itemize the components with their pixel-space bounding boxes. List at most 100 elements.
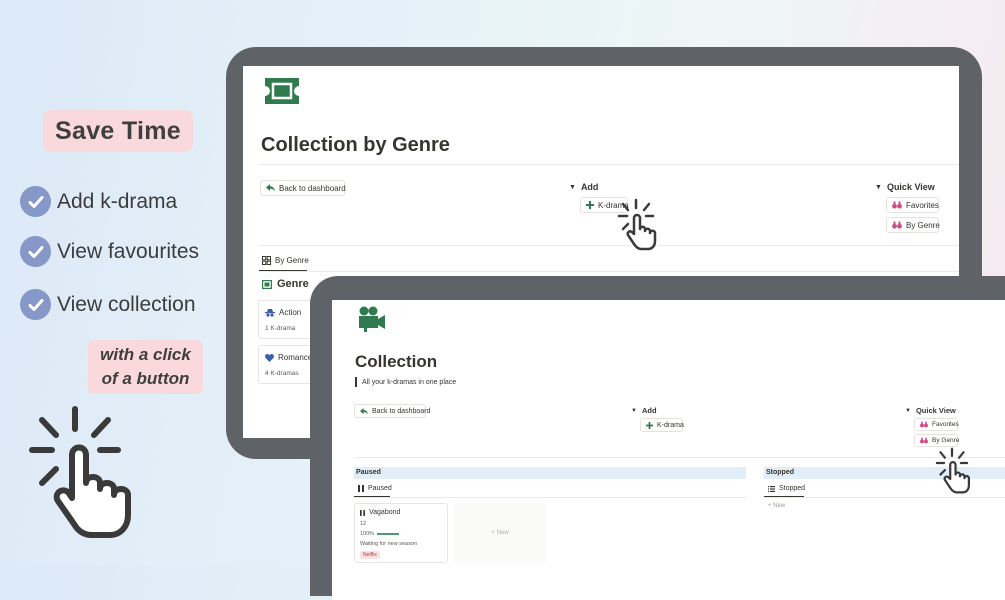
collection-page-screen: Collection All your k-dramas in one plac… bbox=[332, 300, 1005, 600]
view-tab-by-genre[interactable]: By Genre bbox=[262, 256, 309, 265]
back-arrow-icon bbox=[360, 407, 368, 415]
feature-view-collection: View collection bbox=[20, 289, 196, 320]
card-subtitle: 1 K-drama bbox=[265, 325, 296, 332]
add-section-header[interactable]: ▼ Add bbox=[631, 406, 657, 415]
divider bbox=[354, 457, 1005, 458]
quick-view-header-label: Quick View bbox=[886, 182, 935, 192]
by-genre-button[interactable]: By Genre bbox=[886, 217, 940, 233]
quick-view-section-header[interactable]: ▼ Quick View bbox=[875, 182, 935, 192]
favorites-button[interactable]: Favorites bbox=[886, 197, 939, 213]
check-circle-icon bbox=[20, 236, 51, 267]
paused-group-header: Paused bbox=[354, 467, 746, 479]
quote-bar bbox=[355, 377, 357, 387]
toggle-triangle-icon: ▼ bbox=[631, 407, 637, 414]
back-to-dashboard-button[interactable]: Back to dashboard bbox=[260, 180, 346, 196]
check-circle-icon bbox=[20, 289, 51, 320]
kdrama-card-vagabond[interactable]: Vagabond 12 100% Waiting for new season … bbox=[354, 503, 448, 563]
click-note-line1: with a click bbox=[100, 345, 191, 364]
card-title: Romance bbox=[265, 353, 312, 362]
favorites-label: Favorites bbox=[932, 421, 959, 428]
genre-card-romance[interactable]: Romance 4 K-dramas bbox=[258, 345, 316, 384]
hand-pointer-icon bbox=[29, 406, 131, 538]
divider bbox=[259, 271, 959, 272]
card-title: Vagabond bbox=[360, 509, 400, 516]
divider bbox=[354, 497, 746, 498]
new-label: New bbox=[496, 530, 509, 536]
feature-label: Add k-drama bbox=[57, 189, 178, 213]
genre-icon bbox=[262, 279, 272, 289]
hand-pointer-icon bbox=[935, 447, 970, 494]
view-tab-label: By Genre bbox=[275, 256, 309, 265]
click-note-line2: of a button bbox=[101, 369, 190, 388]
feature-label: View collection bbox=[57, 292, 196, 316]
genre-card-action[interactable]: Action 1 K-drama bbox=[258, 300, 316, 339]
feature-view-favourites: View favourites bbox=[20, 236, 199, 267]
card-note: Waiting for new season bbox=[360, 541, 417, 547]
back-to-dashboard-label: Back to dashboard bbox=[372, 407, 431, 415]
page-subtitle: All your k-dramas in one place bbox=[362, 379, 457, 386]
plus-icon bbox=[646, 421, 653, 429]
card-title-label: Romance bbox=[278, 353, 313, 362]
feature-label: View favourites bbox=[57, 239, 200, 263]
view-tab-paused[interactable]: Paused bbox=[358, 485, 392, 492]
page-title: Collection by Genre bbox=[261, 134, 450, 156]
episode-count: 12 bbox=[360, 521, 367, 527]
list-icon bbox=[768, 485, 775, 492]
binoculars-icon bbox=[920, 437, 928, 444]
card-title: Action bbox=[265, 308, 301, 317]
view-tab-label: Paused bbox=[368, 485, 392, 492]
progress-label: 100% bbox=[360, 531, 375, 537]
divider bbox=[259, 164, 959, 165]
streaming-tag: Netflix bbox=[360, 551, 380, 559]
quick-view-section-header[interactable]: ▼ Quick View bbox=[905, 406, 956, 415]
movie-camera-icon bbox=[359, 306, 385, 332]
view-tab-stopped[interactable]: Stopped bbox=[768, 485, 805, 492]
toggle-triangle-icon: ▼ bbox=[905, 407, 911, 414]
grid-icon bbox=[262, 256, 271, 265]
add-section-header[interactable]: ▼ Add bbox=[569, 182, 598, 192]
back-arrow-icon bbox=[266, 184, 275, 192]
new-card-button[interactable]: + New bbox=[454, 503, 546, 563]
new-item-link[interactable]: + New bbox=[768, 503, 785, 509]
progress-fill bbox=[377, 533, 400, 535]
divider bbox=[764, 497, 1005, 498]
toggle-triangle-icon: ▼ bbox=[875, 183, 882, 191]
favorites-label: Favorites bbox=[906, 200, 939, 210]
add-kdrama-label: K-drama bbox=[657, 421, 684, 429]
save-time-headline: Save Time bbox=[43, 110, 193, 152]
card-subtitle: 4 K-dramas bbox=[265, 370, 299, 377]
hand-pointer-icon bbox=[617, 198, 657, 251]
card-title-label: Vagabond bbox=[369, 509, 401, 516]
check-circle-icon bbox=[20, 186, 51, 217]
favorites-button[interactable]: Favorites bbox=[914, 418, 959, 431]
binoculars-icon bbox=[892, 221, 902, 229]
genre-group-label: Genre bbox=[277, 278, 309, 290]
progress-bar bbox=[377, 533, 400, 535]
toggle-triangle-icon: ▼ bbox=[569, 183, 576, 191]
pause-icon bbox=[358, 485, 364, 492]
click-note: with a click of a button bbox=[88, 340, 203, 394]
spy-icon bbox=[265, 308, 275, 317]
page-title: Collection bbox=[355, 352, 438, 371]
genre-group-header: Genre bbox=[262, 278, 309, 290]
pause-icon bbox=[360, 509, 365, 516]
card-title-label: Action bbox=[279, 308, 302, 317]
by-genre-label: By Genre bbox=[932, 437, 960, 444]
feature-add-kdrama: Add k-drama bbox=[20, 186, 177, 217]
add-header-label: Add bbox=[580, 182, 599, 192]
by-genre-button[interactable]: By Genre bbox=[914, 434, 960, 447]
add-header-label: Add bbox=[641, 406, 657, 415]
back-to-dashboard-button[interactable]: Back to dashboard bbox=[354, 404, 430, 418]
plus-icon: + bbox=[491, 530, 495, 536]
by-genre-label: By Genre bbox=[906, 220, 940, 230]
ticket-icon bbox=[265, 78, 299, 104]
quick-view-header-label: Quick View bbox=[915, 406, 956, 415]
view-tab-label: Stopped bbox=[779, 485, 806, 492]
binoculars-icon bbox=[892, 201, 902, 209]
plus-icon bbox=[586, 201, 594, 209]
add-kdrama-button[interactable]: K-drama bbox=[640, 418, 684, 432]
divider bbox=[259, 245, 959, 246]
binoculars-icon bbox=[920, 421, 928, 428]
heart-icon bbox=[265, 353, 274, 362]
back-to-dashboard-label: Back to dashboard bbox=[279, 183, 346, 193]
